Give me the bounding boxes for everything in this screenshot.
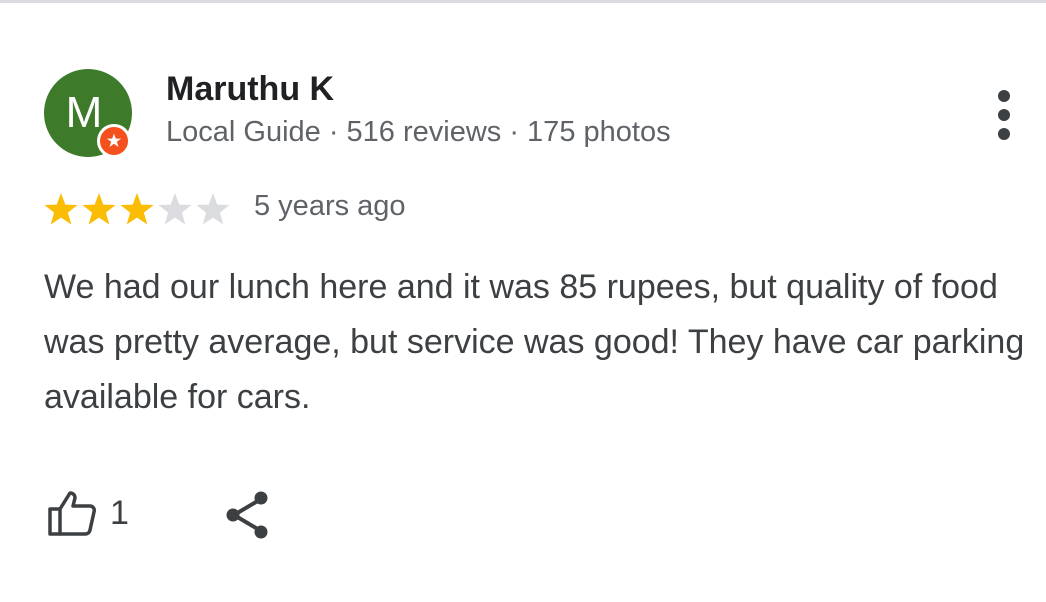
star-empty-icon — [196, 193, 230, 225]
like-button[interactable] — [46, 487, 98, 539]
more-vert-icon-dot — [998, 128, 1010, 140]
more-vert-icon — [998, 90, 1010, 102]
top-divider — [0, 0, 1046, 3]
like-count: 1 — [110, 494, 129, 532]
star-empty-icon — [158, 193, 192, 225]
star-filled-icon — [120, 193, 154, 225]
thumb-up-icon — [48, 491, 96, 536]
review-text: We had our lunch here and it was 85 rupe… — [44, 268, 1025, 416]
author-name[interactable]: Maruthu K — [166, 70, 334, 109]
more-vert-icon-dot — [998, 109, 1010, 121]
more-options-button[interactable] — [986, 88, 1022, 142]
star-filled-icon — [82, 193, 116, 225]
share-icon — [226, 491, 268, 539]
star-filled-icon — [44, 193, 78, 225]
review-age: 5 years ago — [254, 190, 406, 222]
rating-stars — [42, 190, 232, 230]
author-meta: Local Guide · 516 reviews · 175 photos — [166, 116, 671, 148]
local-guide-badge-icon — [97, 124, 131, 158]
share-button[interactable] — [224, 490, 272, 540]
